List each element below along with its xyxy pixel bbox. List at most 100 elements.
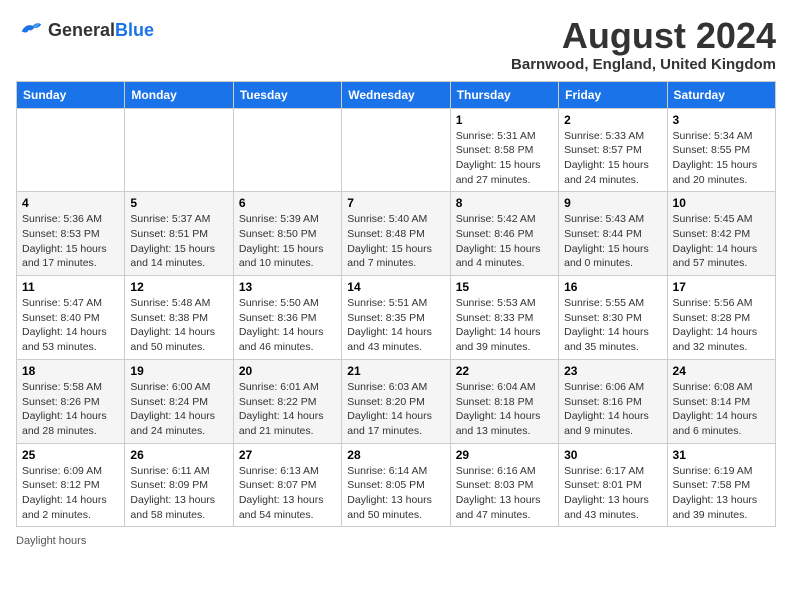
calendar-cell: 11Sunrise: 5:47 AM Sunset: 8:40 PM Dayli… [17, 276, 125, 360]
title-area: August 2024 Barnwood, England, United Ki… [511, 16, 776, 73]
calendar-cell: 22Sunrise: 6:04 AM Sunset: 8:18 PM Dayli… [450, 359, 558, 443]
day-info: Sunrise: 5:33 AM Sunset: 8:57 PM Dayligh… [564, 129, 661, 188]
calendar-cell: 28 Sunrise: 6:14 AM Sunset: 8:05 PM Dayli… [342, 443, 450, 527]
calendar-cell: 31 Sunrise: 6:19 AM Sunset: 7:58 PM Dayli… [667, 443, 775, 527]
weekday-header-friday: Friday [559, 81, 667, 108]
day-number: 12 [130, 280, 227, 294]
day-info: Sunrise: 6:14 AM Sunset: 8:05 PM Dayligh… [347, 464, 444, 523]
header: GeneralBlue August 2024 Barnwood, Englan… [16, 16, 776, 73]
calendar-cell: 21 Sunrise: 6:03 AM Sunset: 8:20 PM Dayli… [342, 359, 450, 443]
calendar-cell: 10Sunrise: 5:45 AM Sunset: 8:42 PM Dayli… [667, 192, 775, 276]
day-number: 23 [564, 364, 661, 378]
day-info: Sunrise: 5:42 AM Sunset: 8:46 PM Dayligh… [456, 212, 553, 271]
calendar-cell: 17Sunrise: 5:56 AM Sunset: 8:28 PM Dayli… [667, 276, 775, 360]
day-info: Sunrise: 6:00 AM Sunset: 8:24 PM Dayligh… [130, 380, 227, 439]
calendar-cell: 9Sunrise: 5:43 AM Sunset: 8:44 PM Daylig… [559, 192, 667, 276]
day-info: Sunrise: 6:04 AM Sunset: 8:18 PM Dayligh… [456, 380, 553, 439]
calendar-cell [233, 108, 341, 192]
calendar-cell: 3Sunrise: 5:34 AM Sunset: 8:55 PM Daylig… [667, 108, 775, 192]
day-info: Sunrise: 6:03 AM Sunset: 8:20 PM Dayligh… [347, 380, 444, 439]
day-info: Sunrise: 6:17 AM Sunset: 8:01 PM Dayligh… [564, 464, 661, 523]
week-row-4: 18 Sunrise: 5:58 AM Sunset: 8:26 PM Dayli… [17, 359, 776, 443]
logo-text: GeneralBlue [48, 20, 154, 41]
calendar-cell: 16 Sunrise: 5:55 AM Sunset: 8:30 PM Dayli… [559, 276, 667, 360]
day-number: 1 [456, 113, 553, 127]
day-info: Sunrise: 6:06 AM Sunset: 8:16 PM Dayligh… [564, 380, 661, 439]
calendar-cell: 14 Sunrise: 5:51 AM Sunset: 8:35 PM Dayli… [342, 276, 450, 360]
calendar-cell: 2 Sunrise: 5:33 AM Sunset: 8:57 PM Daylig… [559, 108, 667, 192]
calendar-cell: 15 Sunrise: 5:53 AM Sunset: 8:33 PM Dayli… [450, 276, 558, 360]
week-row-5: 25Sunrise: 6:09 AM Sunset: 8:12 PM Dayli… [17, 443, 776, 527]
calendar-cell: 5Sunrise: 5:37 AM Sunset: 8:51 PM Daylig… [125, 192, 233, 276]
day-number: 30 [564, 448, 661, 462]
calendar-cell: 18 Sunrise: 5:58 AM Sunset: 8:26 PM Dayli… [17, 359, 125, 443]
day-info: Sunrise: 6:13 AM Sunset: 8:07 PM Dayligh… [239, 464, 336, 523]
logo: GeneralBlue [16, 16, 154, 44]
calendar-cell: 19 Sunrise: 6:00 AM Sunset: 8:24 PM Dayli… [125, 359, 233, 443]
day-info: Sunrise: 5:40 AM Sunset: 8:48 PM Dayligh… [347, 212, 444, 271]
calendar-cell: 1 Sunrise: 5:31 AM Sunset: 8:58 PM Daylig… [450, 108, 558, 192]
day-number: 14 [347, 280, 444, 294]
day-number: 31 [673, 448, 770, 462]
weekday-header-saturday: Saturday [667, 81, 775, 108]
calendar-cell: 12 Sunrise: 5:48 AM Sunset: 8:38 PM Dayli… [125, 276, 233, 360]
calendar-cell: 7 Sunrise: 5:40 AM Sunset: 8:48 PM Daylig… [342, 192, 450, 276]
calendar-cell: 4 Sunrise: 5:36 AM Sunset: 8:53 PM Daylig… [17, 192, 125, 276]
day-number: 26 [130, 448, 227, 462]
day-number: 19 [130, 364, 227, 378]
day-info: Sunrise: 5:58 AM Sunset: 8:26 PM Dayligh… [22, 380, 119, 439]
week-row-2: 4 Sunrise: 5:36 AM Sunset: 8:53 PM Daylig… [17, 192, 776, 276]
day-info: Sunrise: 5:51 AM Sunset: 8:35 PM Dayligh… [347, 296, 444, 355]
logo-bird-icon [16, 16, 44, 44]
calendar-cell: 13Sunrise: 5:50 AM Sunset: 8:36 PM Dayli… [233, 276, 341, 360]
calendar-cell: 30 Sunrise: 6:17 AM Sunset: 8:01 PM Dayli… [559, 443, 667, 527]
day-number: 21 [347, 364, 444, 378]
calendar-table: SundayMondayTuesdayWednesdayThursdayFrid… [16, 81, 776, 528]
day-number: 24 [673, 364, 770, 378]
day-number: 11 [22, 280, 119, 294]
calendar-cell [125, 108, 233, 192]
day-info: Sunrise: 5:39 AM Sunset: 8:50 PM Dayligh… [239, 212, 336, 271]
calendar-cell: 26Sunrise: 6:11 AM Sunset: 8:09 PM Dayli… [125, 443, 233, 527]
weekday-header-wednesday: Wednesday [342, 81, 450, 108]
day-info: Sunrise: 5:34 AM Sunset: 8:55 PM Dayligh… [673, 129, 770, 188]
day-number: 7 [347, 196, 444, 210]
weekday-header-thursday: Thursday [450, 81, 558, 108]
month-title: August 2024 [511, 16, 776, 56]
calendar-cell [342, 108, 450, 192]
day-number: 25 [22, 448, 119, 462]
day-number: 10 [673, 196, 770, 210]
day-info: Sunrise: 6:16 AM Sunset: 8:03 PM Dayligh… [456, 464, 553, 523]
calendar-cell: 27 Sunrise: 6:13 AM Sunset: 8:07 PM Dayli… [233, 443, 341, 527]
footer-note: Daylight hours [16, 535, 776, 547]
day-number: 20 [239, 364, 336, 378]
day-number: 15 [456, 280, 553, 294]
calendar-cell: 6Sunrise: 5:39 AM Sunset: 8:50 PM Daylig… [233, 192, 341, 276]
day-number: 18 [22, 364, 119, 378]
day-info: Sunrise: 5:48 AM Sunset: 8:38 PM Dayligh… [130, 296, 227, 355]
day-info: Sunrise: 5:55 AM Sunset: 8:30 PM Dayligh… [564, 296, 661, 355]
logo-general: General [48, 20, 115, 40]
calendar-cell: 20Sunrise: 6:01 AM Sunset: 8:22 PM Dayli… [233, 359, 341, 443]
calendar-cell: 23 Sunrise: 6:06 AM Sunset: 8:16 PM Dayli… [559, 359, 667, 443]
day-info: Sunrise: 6:19 AM Sunset: 7:58 PM Dayligh… [673, 464, 770, 523]
calendar-cell: 29 Sunrise: 6:16 AM Sunset: 8:03 PM Dayli… [450, 443, 558, 527]
day-number: 2 [564, 113, 661, 127]
day-number: 4 [22, 196, 119, 210]
weekday-header-row: SundayMondayTuesdayWednesdayThursdayFrid… [17, 81, 776, 108]
day-number: 27 [239, 448, 336, 462]
day-info: Sunrise: 5:53 AM Sunset: 8:33 PM Dayligh… [456, 296, 553, 355]
calendar-cell: 24Sunrise: 6:08 AM Sunset: 8:14 PM Dayli… [667, 359, 775, 443]
day-info: Sunrise: 5:36 AM Sunset: 8:53 PM Dayligh… [22, 212, 119, 271]
day-info: Sunrise: 5:37 AM Sunset: 8:51 PM Dayligh… [130, 212, 227, 271]
location-title: Barnwood, England, United Kingdom [511, 56, 776, 73]
weekday-header-sunday: Sunday [17, 81, 125, 108]
day-number: 16 [564, 280, 661, 294]
calendar-cell [17, 108, 125, 192]
day-info: Sunrise: 5:43 AM Sunset: 8:44 PM Dayligh… [564, 212, 661, 271]
weekday-header-tuesday: Tuesday [233, 81, 341, 108]
week-row-1: 1 Sunrise: 5:31 AM Sunset: 8:58 PM Daylig… [17, 108, 776, 192]
day-number: 29 [456, 448, 553, 462]
day-info: Sunrise: 5:31 AM Sunset: 8:58 PM Dayligh… [456, 129, 553, 188]
day-number: 28 [347, 448, 444, 462]
